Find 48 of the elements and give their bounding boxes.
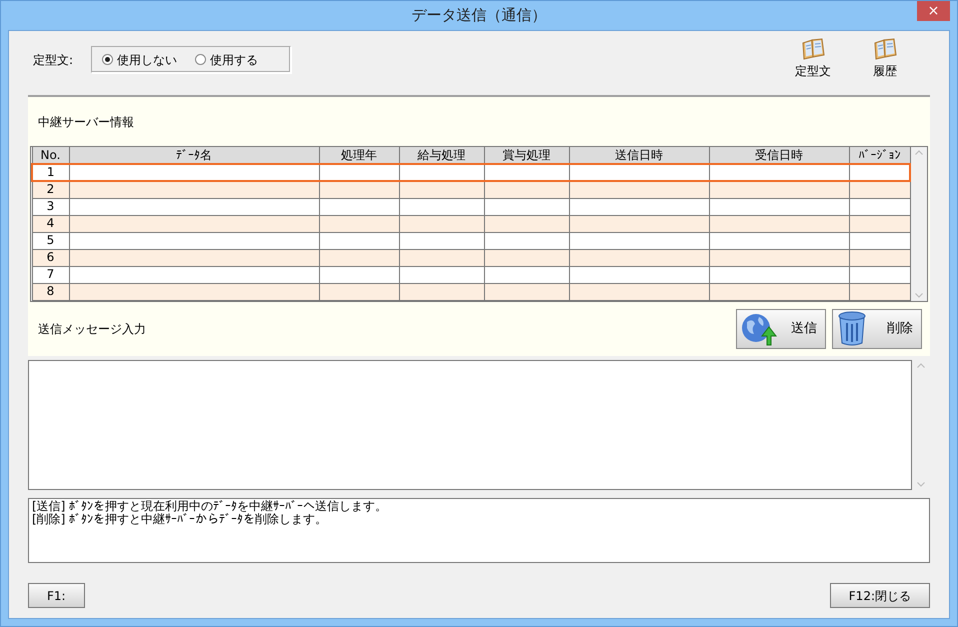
column-header: 送信日時 (569, 147, 709, 164)
table-row[interactable]: 4 (32, 215, 910, 232)
section-title: 中継サーバー情報 (38, 114, 134, 130)
column-header: 受信日時 (709, 147, 849, 164)
row-number: 6 (46, 250, 54, 264)
column-header: ﾃﾞｰﾀ名 (69, 147, 319, 164)
column-header: ﾊﾞｰｼﾞｮﾝ (849, 147, 910, 164)
scroll-up-icon[interactable] (917, 362, 925, 368)
function-key-button[interactable]: F1: (28, 583, 85, 608)
trash-icon (837, 310, 867, 346)
row-number: 3 (46, 199, 54, 213)
book-icon (873, 38, 897, 60)
row-number: 4 (46, 216, 54, 230)
radio-option[interactable]: 使用する (195, 50, 258, 68)
column-header: 賞与処理 (484, 147, 569, 164)
row-number: 5 (46, 233, 54, 247)
row-number: 2 (46, 182, 54, 196)
scroll-down-icon[interactable] (917, 482, 925, 486)
toolbar-button[interactable]: 定型文 (788, 38, 838, 80)
table-row[interactable]: 8 (32, 283, 910, 300)
radio-option[interactable]: 使用しない (102, 50, 177, 68)
window-title: データ送信（通信） (412, 5, 546, 26)
table-row[interactable]: 7 (32, 266, 910, 283)
scroll-down-icon[interactable] (915, 292, 923, 298)
template-label: 定型文: (33, 52, 74, 69)
table-row[interactable]: 3 (32, 198, 910, 215)
table-row[interactable]: 1 (32, 164, 910, 181)
info-text: [削除] ﾎﾞﾀﾝを押すと中継ｻｰﾊﾞｰからﾃﾞｰﾀを削除します。 (32, 512, 328, 526)
globe-upload-icon (741, 312, 777, 346)
book-icon (801, 38, 825, 60)
section-title: 送信メッセージ入力 (38, 320, 146, 338)
row-number: 1 (46, 165, 55, 179)
info-text: [送信] ﾎﾞﾀﾝを押すと現在利用中のﾃﾞｰﾀを中継ｻｰﾊﾞｰへ送信します。 (32, 500, 388, 512)
column-header: No. (32, 147, 69, 164)
table-row[interactable]: 6 (32, 249, 910, 266)
toolbar-button[interactable]: 履歴 (860, 38, 910, 80)
message-field[interactable] (28, 360, 912, 490)
row-number: 8 (46, 284, 54, 298)
row-number: 7 (46, 267, 54, 281)
send-button[interactable]: 送信 (736, 308, 826, 348)
table-row[interactable]: 2 (32, 181, 910, 198)
table-row[interactable]: 5 (32, 232, 910, 249)
scroll-up-icon[interactable] (915, 150, 923, 155)
function-key-button[interactable]: F12:閉じる (830, 583, 930, 608)
close-button[interactable]: × (917, 1, 950, 21)
column-header: 処理年 (319, 147, 399, 164)
delete-button[interactable]: 削除 (832, 308, 922, 348)
column-header: 給与処理 (399, 147, 484, 164)
